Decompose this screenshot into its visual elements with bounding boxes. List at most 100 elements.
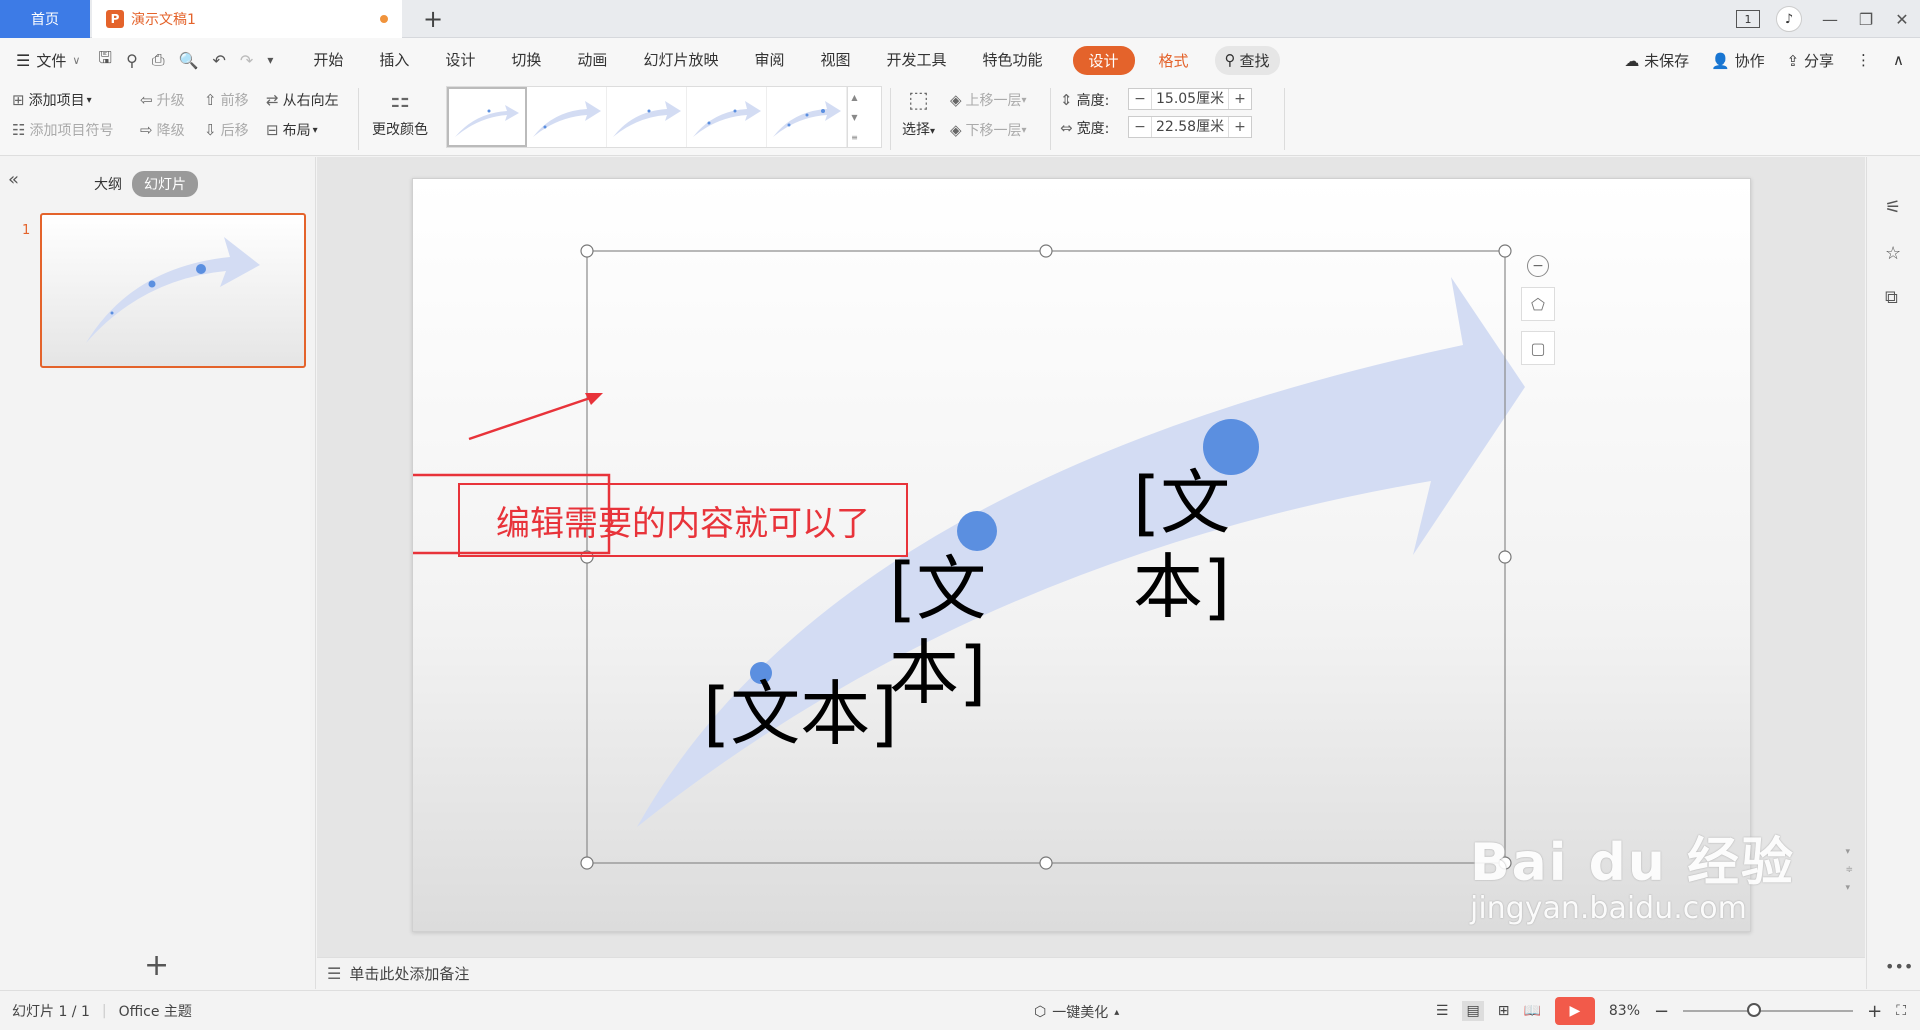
zoom-slider[interactable] <box>1683 1003 1854 1017</box>
tab-home-label: 首页 <box>31 12 59 28</box>
layout-icon: ⊟ <box>266 121 279 139</box>
play-icon: ▶ <box>1569 1003 1581 1019</box>
layers-down-icon: ◈ <box>950 121 962 139</box>
theme-name[interactable]: Office 主题 <box>119 1001 192 1021</box>
file-menu[interactable]: ☰ 文件 ∨ <box>16 50 80 71</box>
collapse-panel-icon[interactable]: « <box>8 169 19 190</box>
zoom-slider-knob[interactable] <box>1747 1003 1762 1017</box>
search-button[interactable]: ⚲ 查找 <box>1214 45 1280 75</box>
menu-item[interactable]: 切换 <box>493 38 559 82</box>
tab-format[interactable]: 格式 <box>1159 50 1189 71</box>
tab-slides[interactable]: 幻灯片 <box>132 171 198 197</box>
window-count-badge[interactable]: 1 <box>1736 10 1760 28</box>
restore-button[interactable]: ❐ <box>1848 0 1884 38</box>
menu-item[interactable]: 开发工具 <box>868 38 964 82</box>
decrement-button[interactable]: − <box>1129 119 1151 135</box>
bring-forward-button[interactable]: ◈ 上移一层 ▾ <box>950 90 1027 110</box>
outline-view-icon[interactable]: ☰ <box>1436 1003 1449 1019</box>
downgrade-button[interactable]: ⇨ 降级 <box>140 120 185 140</box>
zoom-level[interactable]: 83% <box>1609 1003 1640 1019</box>
shape-style-icon[interactable]: ⬠ <box>1521 287 1555 321</box>
reading-view-icon[interactable]: 📖 <box>1523 1003 1540 1019</box>
tab-home[interactable]: 首页 <box>0 0 90 38</box>
collab-button[interactable]: 👤 协作 <box>1711 50 1764 71</box>
zoom-out-button[interactable]: − <box>1654 1001 1669 1022</box>
menu-item[interactable]: 动画 <box>559 38 625 82</box>
menu-item[interactable]: 开始 <box>295 38 361 82</box>
grid-view-icon[interactable]: ⊞ <box>1498 1003 1510 1019</box>
upgrade-button[interactable]: ⇦ 升级 <box>140 90 185 110</box>
collapse-ribbon-icon[interactable]: ∧ <box>1893 51 1904 69</box>
width-stepper[interactable]: −22.58厘米 + <box>1128 116 1252 138</box>
smartart-text-2[interactable]: [文 本] <box>889 547 986 715</box>
minimize-button[interactable]: — <box>1812 0 1848 38</box>
layout-label: 布局 <box>282 123 311 139</box>
menu-item[interactable]: 插入 <box>361 38 427 82</box>
change-color-button[interactable]: ⚏ 更改颜色 <box>372 88 428 139</box>
notes-bar[interactable]: ☰ 单击此处添加备注 <box>317 957 1865 989</box>
layout-button[interactable]: ⊟ 布局 ▾ <box>266 120 318 140</box>
style-option[interactable] <box>767 87 847 147</box>
add-bullet-label: 添加项目符号 <box>29 123 114 139</box>
format-painter-icon[interactable]: ⚲ <box>126 51 138 70</box>
menu-item[interactable]: 视图 <box>802 38 868 82</box>
tab-design-active[interactable]: 设计 <box>1072 45 1135 75</box>
menu-item[interactable]: 特色功能 <box>965 38 1061 82</box>
add-bullet-button[interactable]: ☷ 添加项目符号 <box>12 120 113 140</box>
star-icon[interactable]: ☆ <box>1885 243 1901 264</box>
canvas-scrollbar[interactable]: ▾ ≑ ▾ <box>1845 847 1853 893</box>
undo-icon[interactable]: ↶ <box>213 51 226 70</box>
tab-outline[interactable]: 大纲 <box>94 174 122 194</box>
properties-icon[interactable]: ⚟ <box>1885 197 1901 218</box>
notes-placeholder: 单击此处添加备注 <box>349 965 470 983</box>
gallery-scroll[interactable]: ▲ ▼ ≡ <box>847 87 861 147</box>
style-option[interactable] <box>607 87 687 147</box>
unsaved-button[interactable]: ☁ 未保存 <box>1624 50 1689 71</box>
rtl-button[interactable]: ⇄ 从右向左 <box>266 90 339 110</box>
play-button[interactable]: ▶ <box>1554 997 1595 1025</box>
collapse-icon[interactable]: − <box>1527 255 1549 277</box>
increment-button[interactable]: + <box>1229 91 1251 107</box>
style-option[interactable] <box>447 87 527 147</box>
backward-button[interactable]: ⇩ 后移 <box>204 120 249 140</box>
slide-thumbnail[interactable] <box>40 213 306 368</box>
forward-button[interactable]: ⇧ 前移 <box>204 90 249 110</box>
style-option[interactable] <box>687 87 767 147</box>
decrement-button[interactable]: − <box>1129 91 1151 107</box>
style-option[interactable] <box>527 87 607 147</box>
height-value[interactable]: 15.05厘米 <box>1151 89 1229 109</box>
height-stepper[interactable]: −15.05厘米 + <box>1128 88 1252 110</box>
smartart-text-1[interactable]: [文本] <box>703 679 898 749</box>
new-tab-button[interactable]: + <box>418 0 448 38</box>
print-icon[interactable]: ⎙ <box>152 50 165 70</box>
avatar[interactable]: ♪ <box>1776 6 1802 32</box>
smartart-text-3[interactable]: [文 本] <box>1133 461 1230 629</box>
menu-item[interactable]: 设计 <box>427 38 493 82</box>
increment-button[interactable]: + <box>1229 119 1251 135</box>
backward-label: 后移 <box>220 123 249 139</box>
add-item-button[interactable]: ⊞ 添加项目 ▾ <box>12 90 92 110</box>
frame-icon[interactable]: ▢ <box>1521 331 1555 365</box>
normal-view-icon[interactable]: ▤ <box>1462 1001 1484 1021</box>
slides-icon[interactable]: ⧉ <box>1885 287 1898 308</box>
select-button[interactable]: ⬚ 选择▾ <box>902 88 935 139</box>
more-icon[interactable]: ⋮ <box>1856 51 1871 69</box>
zoom-in-button[interactable]: + <box>1867 1001 1882 1022</box>
redo-icon[interactable]: ↷ <box>240 51 253 70</box>
tab-document[interactable]: P 演示文稿1 <box>92 0 402 38</box>
share-button[interactable]: ⇪ 分享 <box>1787 50 1834 71</box>
menu-item[interactable]: 审阅 <box>736 38 802 82</box>
notes-icon: ☰ <box>327 964 342 983</box>
float-toolbar: − ⬠ ▢ <box>1521 255 1555 365</box>
width-value[interactable]: 22.58厘米 <box>1151 117 1229 137</box>
menu-item[interactable]: 幻灯片放映 <box>625 38 736 82</box>
fit-window-icon[interactable]: ⛶ <box>1896 1003 1906 1019</box>
add-slide-button[interactable]: + <box>144 948 169 983</box>
customize-icon[interactable]: ▾ <box>267 53 273 67</box>
beautify-button[interactable]: ⬡ 一键美化 ▴ <box>1034 1002 1119 1022</box>
close-button[interactable]: ✕ <box>1884 0 1920 38</box>
print-preview-icon[interactable]: 🔍 <box>179 51 199 70</box>
save-icon[interactable]: 🖫 <box>98 47 112 74</box>
send-backward-button[interactable]: ◈ 下移一层 ▾ <box>950 120 1027 140</box>
more-icon[interactable]: ••• <box>1885 957 1913 976</box>
